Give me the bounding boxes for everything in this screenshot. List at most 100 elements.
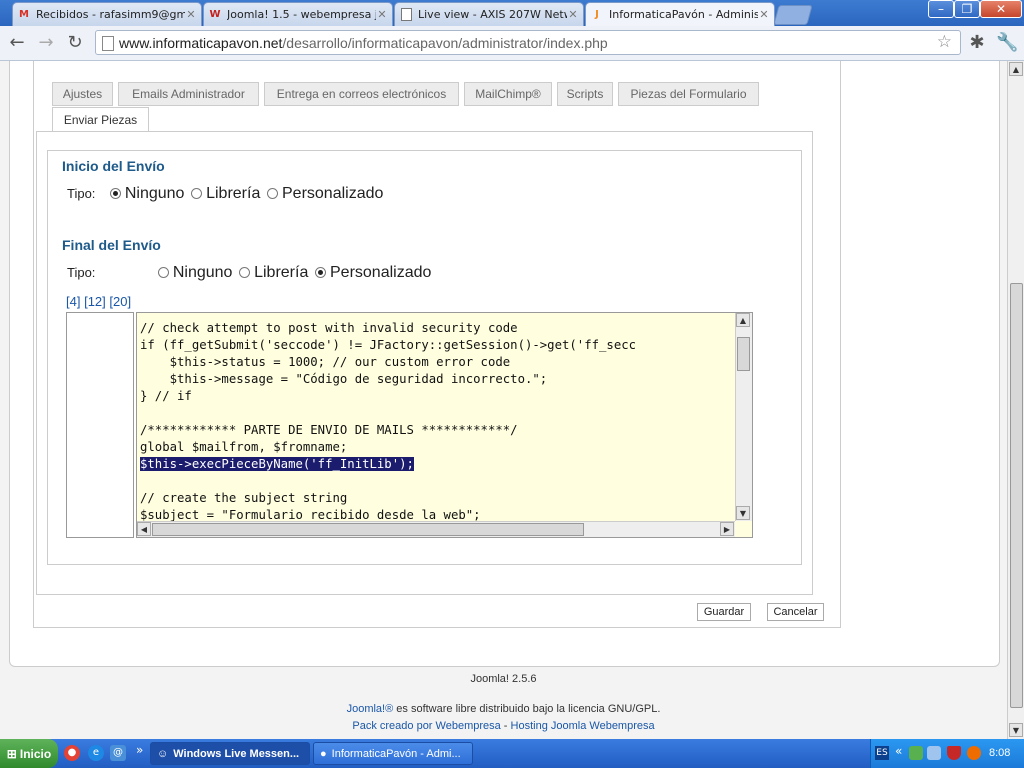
scroll-down-icon[interactable]: ▼ xyxy=(736,506,750,520)
code-vertical-scrollbar[interactable]: ▲ ▼ xyxy=(735,313,752,521)
code-line[interactable]: // create the subject string xyxy=(140,490,636,507)
final-envio-heading: Final del Envío xyxy=(62,237,161,253)
document-icon xyxy=(399,8,413,22)
security-shield-icon[interactable] xyxy=(947,746,961,760)
code-line[interactable]: // check attempt to post with invalid se… xyxy=(140,320,636,337)
code-line[interactable]: $this->message = "Código de seguridad in… xyxy=(140,371,636,388)
maximize-button[interactable]: ❐ xyxy=(954,0,980,18)
internet-explorer-icon[interactable]: e xyxy=(88,745,104,761)
inicio-option-label: Librería xyxy=(206,185,261,202)
scroll-right-icon[interactable]: ▶ xyxy=(720,522,734,536)
chrome-icon[interactable]: ● xyxy=(64,745,80,761)
page-viewport: Ajustes Emails Administrador Entrega en … xyxy=(0,61,1007,739)
final-option-label: Ninguno xyxy=(172,264,233,281)
code-line[interactable] xyxy=(140,405,636,422)
tray-expand-icon[interactable]: « xyxy=(895,744,902,758)
code-line[interactable]: } // if xyxy=(140,388,636,405)
editor-size-12-link[interactable]: [12] xyxy=(84,294,106,309)
tab-ajustes[interactable]: Ajustes xyxy=(52,82,113,106)
editor-size-4-link[interactable]: [4] xyxy=(66,294,80,309)
address-bar[interactable]: www.informaticapavon.net/desarrollo/info… xyxy=(95,30,961,55)
back-arrow-icon[interactable]: ← xyxy=(6,32,28,54)
inicio-radio-libreria[interactable] xyxy=(191,188,203,199)
inicio-envio-heading: Inicio del Envío xyxy=(62,158,165,174)
extension-bug-icon[interactable]: ✱ xyxy=(966,32,988,54)
scroll-thumb[interactable] xyxy=(737,337,750,371)
scroll-up-icon[interactable]: ▲ xyxy=(1009,62,1023,76)
code-editor[interactable]: // check attempt to post with invalid se… xyxy=(136,312,753,538)
code-line[interactable]: /************ PARTE DE ENVIO DE MAILS **… xyxy=(140,422,636,439)
language-indicator[interactable]: ES xyxy=(875,746,889,760)
tab-mailchimp[interactable]: MailChimp® xyxy=(464,82,552,106)
scroll-thumb[interactable] xyxy=(1010,283,1023,708)
close-icon[interactable]: ✕ xyxy=(567,8,579,21)
credits-line: Pack creado por Webempresa - Hosting Joo… xyxy=(0,720,1007,732)
tab-scripts[interactable]: Scripts xyxy=(557,82,613,106)
scroll-down-icon[interactable]: ▼ xyxy=(1009,723,1023,737)
editor-size-20-link[interactable]: [20] xyxy=(109,294,131,309)
browser-toolbar: ← → ↻ www.informaticapavon.net/desarroll… xyxy=(0,26,1024,61)
final-option-label: Librería xyxy=(254,264,309,281)
joomla-link[interactable]: Joomla!® xyxy=(347,703,394,715)
inicio-radio-ninguno[interactable] xyxy=(110,188,121,199)
browser-tab-title: InformaticaPavón - Administra xyxy=(609,8,758,21)
tab-entrega-correos[interactable]: Entrega en correos electrónicos xyxy=(264,82,459,106)
wrench-icon[interactable]: 🔧 xyxy=(996,32,1018,54)
code-text[interactable]: // check attempt to post with invalid se… xyxy=(140,320,636,524)
minimize-button[interactable]: – xyxy=(928,0,954,18)
final-option-label: Personalizado xyxy=(330,264,432,281)
browser-tab-title: Recibidos - rafasimm9@gmail. xyxy=(36,8,185,21)
tab-enviar-piezas[interactable]: Enviar Piezas xyxy=(52,107,149,133)
update-icon[interactable] xyxy=(967,746,981,760)
system-tray: ES « 8:08 xyxy=(870,739,1024,768)
editor-size-links: [4] [12] [20] xyxy=(66,294,131,309)
save-button[interactable]: Guardar xyxy=(697,603,751,621)
inicio-tipo-label: Tipo: xyxy=(67,186,96,201)
messenger-tray-icon[interactable] xyxy=(909,746,923,760)
cancel-button[interactable]: Cancelar xyxy=(767,603,824,621)
code-line[interactable]: $this->execPieceByName('ff_InitLib'); xyxy=(140,456,636,473)
start-button[interactable]: ⊞ Inicio xyxy=(0,739,58,768)
browser-tab-gmail[interactable]: M Recibidos - rafasimm9@gmail. ✕ xyxy=(12,2,202,26)
scroll-thumb[interactable] xyxy=(152,523,584,536)
network-icon[interactable] xyxy=(927,746,941,760)
hosting-webempresa-link[interactable]: Hosting Joomla Webempresa xyxy=(511,720,655,732)
forward-arrow-icon[interactable]: → xyxy=(35,32,57,54)
tab-piezas-formulario[interactable]: Piezas del Formulario xyxy=(618,82,759,106)
bookmark-star-icon[interactable]: ☆ xyxy=(937,32,952,52)
pack-webempresa-link[interactable]: Pack creado por Webempresa xyxy=(352,720,500,732)
chrome-icon: ● xyxy=(320,747,327,760)
close-icon[interactable]: ✕ xyxy=(376,8,388,21)
browser-tab-informaticapavon[interactable]: J InformaticaPavón - Administra ✕ xyxy=(585,2,775,26)
browser-tab-axis[interactable]: Live view - AXIS 207W Netwo ✕ xyxy=(394,2,584,26)
code-horizontal-scrollbar[interactable]: ◀ ▶ xyxy=(137,521,735,537)
close-icon[interactable]: ✕ xyxy=(185,8,197,21)
final-radio-personalizado[interactable] xyxy=(315,267,327,278)
reload-icon[interactable]: ↻ xyxy=(64,32,86,54)
close-icon[interactable]: ✕ xyxy=(758,8,770,21)
browser-tab-title: Joomla! 1.5 - webempresa jo xyxy=(227,8,376,21)
code-line[interactable]: global $mailfrom, $fromname; xyxy=(140,439,636,456)
browser-tab-webempresa[interactable]: W Joomla! 1.5 - webempresa jo ✕ xyxy=(203,2,393,26)
task-label: Windows Live Messen... xyxy=(173,747,300,760)
webempresa-icon: W xyxy=(209,9,221,20)
code-line[interactable]: if (ff_getSubmit('seccode') != JFactory:… xyxy=(140,337,636,354)
code-line[interactable]: $this->status = 1000; // our custom erro… xyxy=(140,354,636,371)
outlook-icon[interactable]: @ xyxy=(110,745,126,761)
task-windows-live-messenger[interactable]: ☺ Windows Live Messen... xyxy=(150,742,310,765)
inicio-radio-personalizado[interactable] xyxy=(267,188,279,199)
more-icon[interactable]: » xyxy=(136,743,143,757)
page-vertical-scrollbar[interactable]: ▲ ▼ xyxy=(1007,61,1024,739)
scroll-left-icon[interactable]: ◀ xyxy=(137,522,151,536)
final-radio-libreria[interactable] xyxy=(239,267,251,278)
tab-content: Inicio del Envío Tipo: Ninguno Librería … xyxy=(36,131,813,595)
close-window-button[interactable]: ✕ xyxy=(980,0,1022,18)
scroll-up-icon[interactable]: ▲ xyxy=(736,313,750,327)
task-informaticapavon[interactable]: ● InformaticaPavón - Admi... xyxy=(313,742,473,765)
tab-emails-administrador[interactable]: Emails Administrador xyxy=(118,82,259,106)
new-tab-button[interactable] xyxy=(773,5,813,25)
code-line[interactable] xyxy=(140,473,636,490)
windows-logo-icon: ⊞ xyxy=(6,746,17,761)
gmail-icon: M xyxy=(19,9,29,20)
final-radio-ninguno[interactable] xyxy=(158,267,169,278)
